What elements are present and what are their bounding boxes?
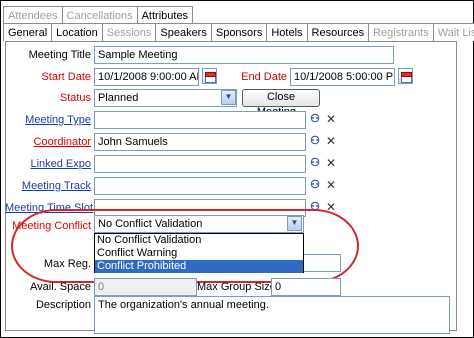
linked-expo-link[interactable]: Linked Expo [11,158,91,170]
meeting-type-link[interactable]: Meeting Type [11,114,91,126]
meeting-form-window: Attendees Cancellations Attributes Gener… [0,0,474,338]
clear-icon[interactable]: ✕ [324,178,338,193]
avail-space-label: Avail. Space [30,281,91,293]
tab-sessions[interactable]: Sessions [101,23,156,41]
coordinator-link[interactable]: Coordinator [11,136,91,148]
status-select[interactable]: Planned [94,89,237,107]
binoculars-icon[interactable]: ⚇ [308,156,322,171]
tab-row-primary: General Location Sessions Speakers Spons… [3,23,474,41]
max-group-size-input[interactable]: 0 [271,278,341,296]
clear-icon[interactable]: ✕ [324,156,338,171]
tab-wait-list[interactable]: Wait List [432,23,474,41]
meeting-track-input[interactable] [94,177,306,195]
tab-hotels[interactable]: Hotels [266,23,307,41]
tab-general[interactable]: General [3,23,52,41]
description-textarea[interactable]: The organization's annual meeting. [94,296,450,334]
tab-cancellations[interactable]: Cancellations [61,6,137,24]
tab-speakers[interactable]: Speakers [155,23,211,41]
meeting-title-input[interactable]: Sample Meeting [94,46,394,64]
avail-space-input: 0 [94,278,197,296]
tab-registrants[interactable]: Registrants [368,23,433,41]
max-group-size-label: Max Group Size [197,281,276,293]
binoculars-icon[interactable]: ⚇ [308,178,322,193]
clear-icon[interactable]: ✕ [324,112,338,127]
callout-ellipse [11,209,359,283]
tab-attendees[interactable]: Attendees [3,6,62,24]
tab-sponsors[interactable]: Sponsors [210,23,267,41]
status-label: Status [59,92,91,104]
start-date-label: Start Date [41,71,91,83]
tab-location[interactable]: Location [51,23,102,41]
calendar-icon[interactable] [202,68,217,84]
tab-attributes[interactable]: Attributes [136,6,194,24]
meeting-title-label: Meeting Title [28,49,91,61]
close-meeting-button[interactable]: Close Meeting... [242,89,320,118]
coordinator-input[interactable]: John Samuels [94,133,306,151]
description-label: Description [35,299,91,311]
binoculars-icon[interactable]: ⚇ [308,134,322,149]
meeting-track-link[interactable]: Meeting Track [11,180,91,192]
chevron-down-icon[interactable]: ▼ [221,90,236,105]
binoculars-icon[interactable]: ⚇ [308,112,322,127]
meeting-type-input[interactable] [94,111,306,129]
linked-expo-input[interactable] [94,155,306,173]
tab-resources[interactable]: Resources [306,23,369,41]
start-date-input[interactable]: 10/1/2008 9:00:00 AM [94,68,199,86]
calendar-icon[interactable] [398,68,413,84]
clear-icon[interactable]: ✕ [324,134,338,149]
end-date-label: End Date [241,71,287,83]
tab-row-secondary: Attendees Cancellations Attributes [3,6,194,24]
end-date-input[interactable]: 10/1/2008 5:00:00 PM [290,68,395,86]
